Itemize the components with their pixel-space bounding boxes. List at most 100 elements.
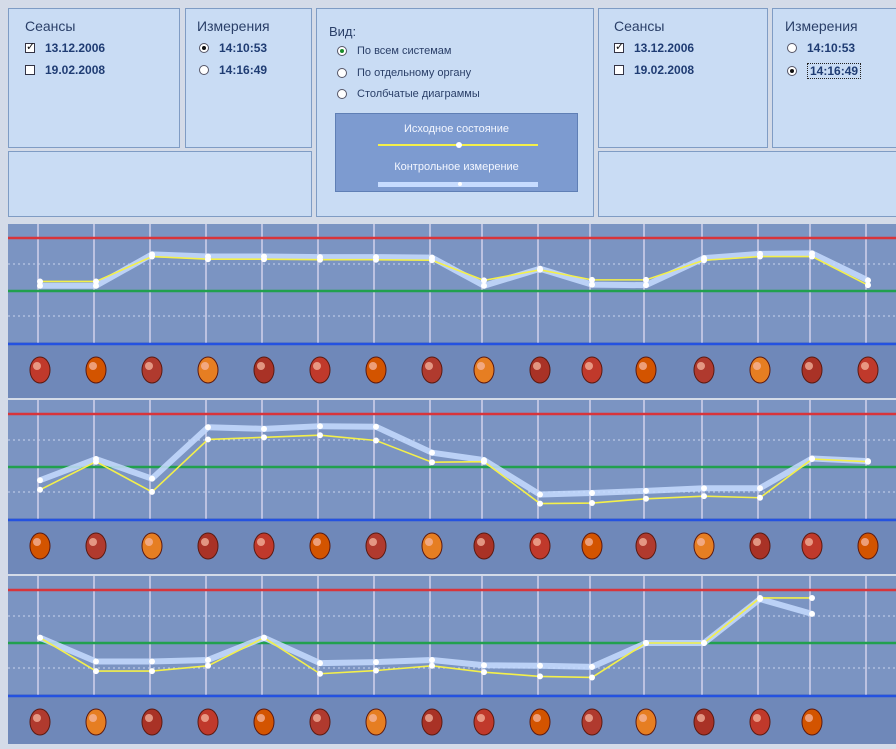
left-measure-2[interactable]: 14:16:49 xyxy=(199,63,267,77)
gallbladder-icon-highlight xyxy=(585,362,593,370)
sinus-icon xyxy=(581,708,603,736)
brain-icon-shape xyxy=(29,356,51,384)
view-option-3-label: Столбчатые диаграммы xyxy=(357,88,480,100)
organ-icon-shape xyxy=(801,532,823,560)
right-measurements-panel: Измерения 14:10:53 14:16:49 xyxy=(772,8,896,148)
control-point xyxy=(205,656,211,663)
liver-icon xyxy=(529,356,551,384)
lungs-icon-shape xyxy=(421,356,443,384)
radio-icon[interactable] xyxy=(337,46,347,56)
checkbox-icon[interactable] xyxy=(25,40,35,53)
left-measure-1-label: 14:10:53 xyxy=(219,41,268,55)
left-measurements-title: Измерения xyxy=(197,18,270,34)
heart-vessels-icon-shape xyxy=(197,356,219,384)
vessel-icon-shape xyxy=(141,532,163,560)
organ-icon xyxy=(801,532,823,560)
foot-icon xyxy=(693,708,715,736)
right-measurements-title: Измерения xyxy=(785,18,858,34)
baseline-slider[interactable] xyxy=(378,142,538,148)
radio-icon[interactable] xyxy=(199,65,209,75)
left-session-1[interactable]: 13.12.2006 xyxy=(25,40,106,55)
control-slider-thumb[interactable] xyxy=(458,182,462,186)
pancreas-icon-highlight xyxy=(697,362,705,370)
baseline-slider-thumb[interactable] xyxy=(456,142,462,148)
baseline-point xyxy=(481,277,487,284)
radio-icon[interactable] xyxy=(199,43,209,53)
baseline-point xyxy=(149,488,155,495)
cochlea-icon xyxy=(197,708,219,736)
knee-joint-icon-shape xyxy=(749,708,771,736)
baseline-point xyxy=(373,667,379,674)
left-session-1-label: 13.12.2006 xyxy=(45,41,106,55)
sinus-icon-highlight xyxy=(533,714,541,722)
ear-icon-highlight xyxy=(257,714,265,722)
checkbox-icon[interactable] xyxy=(614,65,624,75)
organ-icon-highlight xyxy=(861,538,869,546)
kidney-icon-shape xyxy=(421,532,443,560)
gallbladder-icon-shape xyxy=(581,356,603,384)
control-point xyxy=(261,634,267,641)
checkbox-icon[interactable] xyxy=(614,40,624,53)
bronchi-icon-highlight xyxy=(257,362,265,370)
intestine-icon xyxy=(801,356,823,384)
control-point xyxy=(865,277,871,284)
kidney-gland-icon-highlight xyxy=(313,538,321,546)
foot-icon-highlight xyxy=(639,714,647,722)
brain-section-icon-shape xyxy=(529,532,551,560)
left-session-2[interactable]: 19.02.2008 xyxy=(25,63,105,77)
radio-icon[interactable] xyxy=(787,43,797,53)
brain-section-icon-highlight xyxy=(585,538,593,546)
vessel-icon xyxy=(141,532,163,560)
control-point xyxy=(429,254,435,261)
control-slider[interactable] xyxy=(378,182,538,187)
view-option-single-organ[interactable]: По отдельному органу xyxy=(337,67,471,79)
throat-icon-highlight xyxy=(477,362,485,370)
bronchi-icon xyxy=(309,356,331,384)
heart-vessels-icon-highlight xyxy=(201,362,209,370)
thyroid-icon xyxy=(635,532,657,560)
view-option-all-systems[interactable]: По всем системам xyxy=(337,45,451,57)
right-session-1[interactable]: 13.12.2006 xyxy=(614,40,694,55)
control-point xyxy=(149,475,155,482)
control-point xyxy=(481,282,487,289)
radio-icon[interactable] xyxy=(787,66,797,76)
control-point xyxy=(537,265,543,272)
control-point xyxy=(37,634,43,641)
control-point xyxy=(865,458,871,465)
baseline-point xyxy=(757,494,763,501)
throat-icon-shape xyxy=(473,356,495,384)
control-point xyxy=(481,457,487,464)
colon-icon-highlight xyxy=(753,362,761,370)
right-measure-2[interactable]: 14:16:49 xyxy=(787,63,862,79)
baseline-point xyxy=(93,668,99,675)
control-point xyxy=(757,250,763,257)
kidney-icon-highlight xyxy=(477,538,485,546)
control-point xyxy=(93,658,99,665)
stomach-icon-shape xyxy=(635,356,657,384)
checkbox-icon[interactable] xyxy=(25,65,35,75)
left-measure-1[interactable]: 14:10:53 xyxy=(199,41,267,55)
right-measure-1[interactable]: 14:10:53 xyxy=(787,41,855,55)
lungs-icon xyxy=(421,356,443,384)
baseline-point xyxy=(643,495,649,502)
right-session-2[interactable]: 19.02.2008 xyxy=(614,63,694,77)
control-point xyxy=(149,251,155,258)
ear-canal-icon xyxy=(421,708,443,736)
baseline-point xyxy=(317,670,323,677)
view-option-bar-charts[interactable]: Столбчатые диаграммы xyxy=(337,88,480,100)
spine-icon xyxy=(85,708,107,736)
radio-icon[interactable] xyxy=(337,68,347,78)
thyroid-icon-shape xyxy=(693,532,715,560)
eye-icon-shape xyxy=(309,708,331,736)
pelvis-icon xyxy=(749,532,771,560)
radio-icon[interactable] xyxy=(337,89,347,99)
control-point xyxy=(149,658,155,665)
liver-icon-shape xyxy=(529,356,551,384)
control-point xyxy=(261,253,267,260)
spine-icon-highlight xyxy=(33,714,41,722)
control-point xyxy=(37,477,43,484)
intestine-icon-highlight xyxy=(805,362,813,370)
colon-icon-highlight xyxy=(861,362,869,370)
foot-icon xyxy=(635,708,657,736)
baseline-point xyxy=(537,500,543,507)
